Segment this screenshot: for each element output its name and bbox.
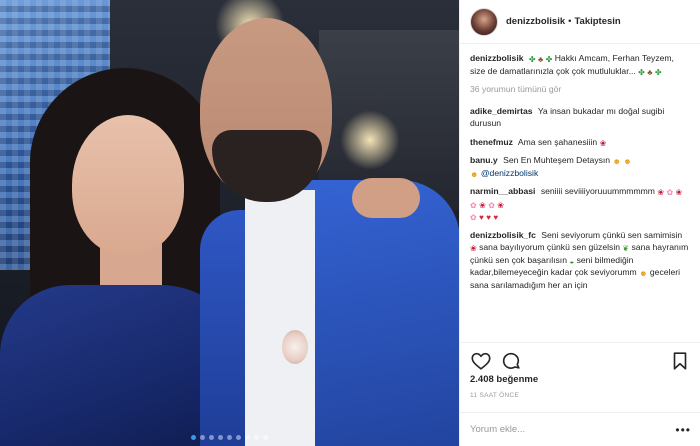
header-username[interactable]: denizzbolisik xyxy=(506,16,565,27)
bookmark-icon[interactable] xyxy=(669,350,691,372)
woman-face xyxy=(72,115,184,255)
rose-icon: ❀ xyxy=(470,244,477,253)
four-leaf-clover-icon: ✤ xyxy=(654,67,662,77)
more-options-icon[interactable]: ••• xyxy=(675,423,691,437)
wall-light xyxy=(340,110,400,170)
carousel-dot[interactable] xyxy=(227,435,232,440)
heart-outline-icon[interactable] xyxy=(470,350,492,372)
crocodile-icon: ◒ xyxy=(569,256,575,266)
blossom-icon: ✿ xyxy=(488,200,495,210)
boutonniere-flower xyxy=(282,330,308,364)
rose-icon: ❀ xyxy=(479,200,486,210)
rose-icon: ❀ xyxy=(599,138,607,148)
likes-count[interactable]: 2.408 beğenme xyxy=(470,374,538,385)
tree-icon: ♣ xyxy=(537,55,544,64)
carousel-dot[interactable] xyxy=(263,435,268,440)
caption-username[interactable]: denizzbolisik xyxy=(470,53,523,63)
carousel-indicator xyxy=(0,435,459,440)
heart-icon: ♥ xyxy=(479,213,484,222)
heart-eyes-face-icon: ☻ xyxy=(639,269,648,278)
comment: banu.y Sen En Muhteşem Detaysın ☻ ☻ ☻ @d… xyxy=(470,154,690,179)
carousel-dot[interactable] xyxy=(245,435,250,440)
rose-icon: ❀ xyxy=(675,188,683,197)
comment-username[interactable]: narmin__abbasi xyxy=(470,186,535,196)
four-leaf-clover-icon: ✤ xyxy=(545,55,553,64)
rose-icon: ❀ xyxy=(497,200,504,210)
header-separator: • xyxy=(568,16,572,27)
comment-username[interactable]: denizzbolisik_fc xyxy=(470,230,536,240)
carousel-dot[interactable] xyxy=(209,435,214,440)
leaf-icon: ❦ xyxy=(622,244,630,253)
comment-text: Seni seviyorum çünkü sen samimisin xyxy=(541,229,683,240)
comment-username[interactable]: thenefmuz xyxy=(470,137,513,147)
comment-mention[interactable]: @denizzbolisik xyxy=(481,168,538,178)
comment-username[interactable]: adike_demirtas xyxy=(470,106,533,116)
carousel-dot[interactable] xyxy=(200,435,205,440)
heart-eyes-face-icon: ☻ xyxy=(470,169,479,179)
tree-icon: ♣ xyxy=(647,67,653,77)
comment-text: Ama sen şahanesiiin xyxy=(517,136,598,147)
man-shirt xyxy=(245,190,315,446)
comment-username[interactable]: banu.y xyxy=(470,155,498,165)
blossom-icon: ✿ xyxy=(666,188,674,197)
carousel-dot[interactable] xyxy=(191,435,196,440)
four-leaf-clover-icon: ✤ xyxy=(638,67,645,77)
add-comment-bar: ••• xyxy=(460,412,700,446)
comment-text: sana bayılıyorum çünkü sen güzelsin xyxy=(479,242,621,252)
comment-text: seniiii seviiiiyoruuummmmmm xyxy=(540,186,655,196)
rose-icon: ❀ xyxy=(657,188,665,197)
blossom-icon: ✿ xyxy=(470,213,477,222)
post-sidebar: denizzbolisik • Takiptesin denizzbolisik… xyxy=(459,0,700,446)
view-all-comments-link[interactable]: 36 yorumun tümünü gör xyxy=(470,83,690,96)
hand-on-shoulder xyxy=(352,178,420,218)
carousel-dot[interactable] xyxy=(254,435,259,440)
avatar[interactable] xyxy=(470,7,498,36)
comment-text: Sen En Muhteşem Detaysın xyxy=(503,155,611,165)
caption: denizzbolisik ✤ ♣ ✤ Hakkı Amcam, Ferhan … xyxy=(470,52,690,77)
blossom-icon: ✿ xyxy=(470,200,477,210)
action-bar xyxy=(460,342,700,372)
heart-eyes-face-icon: ☻ xyxy=(623,157,632,166)
man-jacket-right xyxy=(300,180,459,446)
comment: narmin__abbasi seniiii seviiiiyoruuummmm… xyxy=(470,185,690,223)
likes-label: beğenme xyxy=(496,374,539,385)
four-leaf-clover-icon: ✤ xyxy=(528,55,536,64)
carousel-dot[interactable] xyxy=(236,435,241,440)
comment: thenefmuz Ama sen şahanesiiin ❀ xyxy=(470,136,690,149)
comment: adike_demirtas Ya insan bukadar mı doğal… xyxy=(470,105,690,130)
speech-bubble-icon[interactable] xyxy=(500,350,522,372)
post-timestamp[interactable]: 11 SAAT ÖNCE xyxy=(470,392,519,399)
heart-icon: ♥ xyxy=(486,213,491,222)
follow-button[interactable]: Takiptesin xyxy=(574,16,620,27)
likes-number: 2.408 xyxy=(470,374,494,385)
comment-input[interactable] xyxy=(470,424,650,435)
post-photo[interactable] xyxy=(0,0,459,446)
comments-list: denizzbolisik ✤ ♣ ✤ Hakkı Amcam, Ferhan … xyxy=(460,44,700,342)
comment: denizzbolisik_fc Seni seviyorum çünkü se… xyxy=(470,229,690,292)
carousel-dot[interactable] xyxy=(218,435,223,440)
heart-icon: ♥ xyxy=(493,213,499,222)
heart-eyes-face-icon: ☻ xyxy=(612,157,621,166)
post-header: denizzbolisik • Takiptesin xyxy=(460,0,700,44)
